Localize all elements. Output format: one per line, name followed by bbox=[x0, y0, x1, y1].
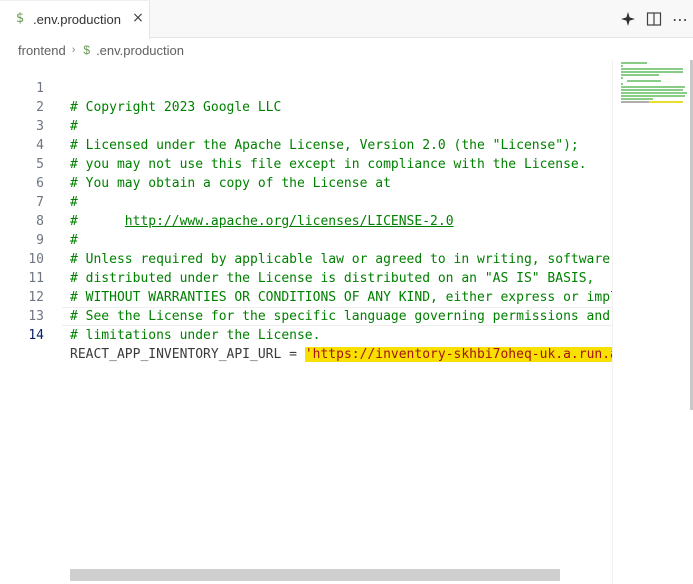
code-line[interactable]: 12 # See the License for the specific la… bbox=[0, 269, 612, 324]
code-line[interactable]: 13 # limitations under the License. bbox=[0, 288, 612, 343]
breadcrumb-folder[interactable]: frontend bbox=[18, 43, 66, 58]
minimap-line bbox=[621, 95, 685, 97]
code-line[interactable]: 7 # http://www.apache.org/licenses/LICEN… bbox=[0, 174, 612, 229]
line-number: 14 bbox=[28, 328, 44, 343]
minimap-line bbox=[627, 80, 661, 82]
minimap-line bbox=[621, 62, 647, 64]
env-variable-value: 'https://inventory-skhbi7oheq-uk.a.run.a… bbox=[304, 347, 612, 362]
close-icon[interactable]: × bbox=[130, 10, 146, 28]
env-variable-name: REACT_APP_INVENTORY_API_URL = bbox=[70, 347, 305, 362]
code-line-current[interactable]: 14 REACT_APP_INVENTORY_API_URL = 'https:… bbox=[0, 307, 612, 362]
minimap-line bbox=[621, 92, 687, 94]
code-line[interactable]: 11 # WITHOUT WARRANTIES OR CONDITIONS OF… bbox=[0, 250, 612, 305]
editor-actions: ⋯ bbox=[615, 0, 693, 38]
minimap[interactable] bbox=[612, 60, 690, 584]
tab-title: .env.production bbox=[33, 12, 121, 27]
minimap-line bbox=[621, 77, 623, 79]
split-editor-icon[interactable] bbox=[641, 8, 667, 30]
dollar-file-icon: $ bbox=[83, 43, 91, 57]
code-line[interactable]: 2 # bbox=[0, 79, 612, 134]
minimap-line bbox=[621, 71, 683, 73]
minimap-line bbox=[649, 101, 683, 103]
code-line[interactable]: 1 # Copyright 2023 Google LLC bbox=[0, 60, 612, 115]
minimap-line bbox=[621, 89, 683, 91]
code-line[interactable]: 10 # distributed under the License is di… bbox=[0, 231, 612, 286]
code-line[interactable]: 3 # Licensed under the Apache License, V… bbox=[0, 98, 612, 153]
breadcrumb: frontend › $ .env.production bbox=[18, 40, 184, 60]
minimap-line bbox=[621, 65, 623, 67]
minimap-line bbox=[621, 83, 623, 85]
code-line[interactable]: 4 # you may not use this file except in … bbox=[0, 117, 612, 172]
sparkle-icon[interactable] bbox=[615, 8, 641, 30]
tab-top-border bbox=[0, 0, 150, 1]
code-line[interactable]: 6 # bbox=[0, 155, 612, 210]
code-line[interactable]: 5 # You may obtain a copy of the License… bbox=[0, 136, 612, 191]
code-line[interactable]: 9 # Unless required by applicable law or… bbox=[0, 212, 612, 267]
minimap-line bbox=[621, 98, 653, 100]
more-actions-icon[interactable]: ⋯ bbox=[667, 8, 693, 30]
minimap-line bbox=[621, 74, 659, 76]
minimap-line bbox=[621, 86, 685, 88]
minimap-line bbox=[621, 101, 649, 103]
horizontal-scrollbar[interactable] bbox=[70, 569, 560, 581]
line-text: REACT_APP_INVENTORY_API_URL = 'https://i… bbox=[70, 345, 612, 364]
breadcrumb-file[interactable]: .env.production bbox=[96, 43, 184, 58]
code-editor[interactable]: 1 # Copyright 2023 Google LLC 2 # 3 # Li… bbox=[0, 60, 612, 570]
line-text: # limitations under the License. bbox=[70, 328, 321, 343]
code-line[interactable]: 8 # bbox=[0, 193, 612, 248]
minimap-line bbox=[621, 68, 683, 70]
tab-env-production[interactable]: $ .env.production × bbox=[0, 0, 150, 39]
dollar-file-icon: $ bbox=[16, 11, 25, 26]
chevron-right-icon: › bbox=[71, 44, 76, 56]
tab-bar: $ .env.production × ⋯ bbox=[0, 0, 693, 39]
